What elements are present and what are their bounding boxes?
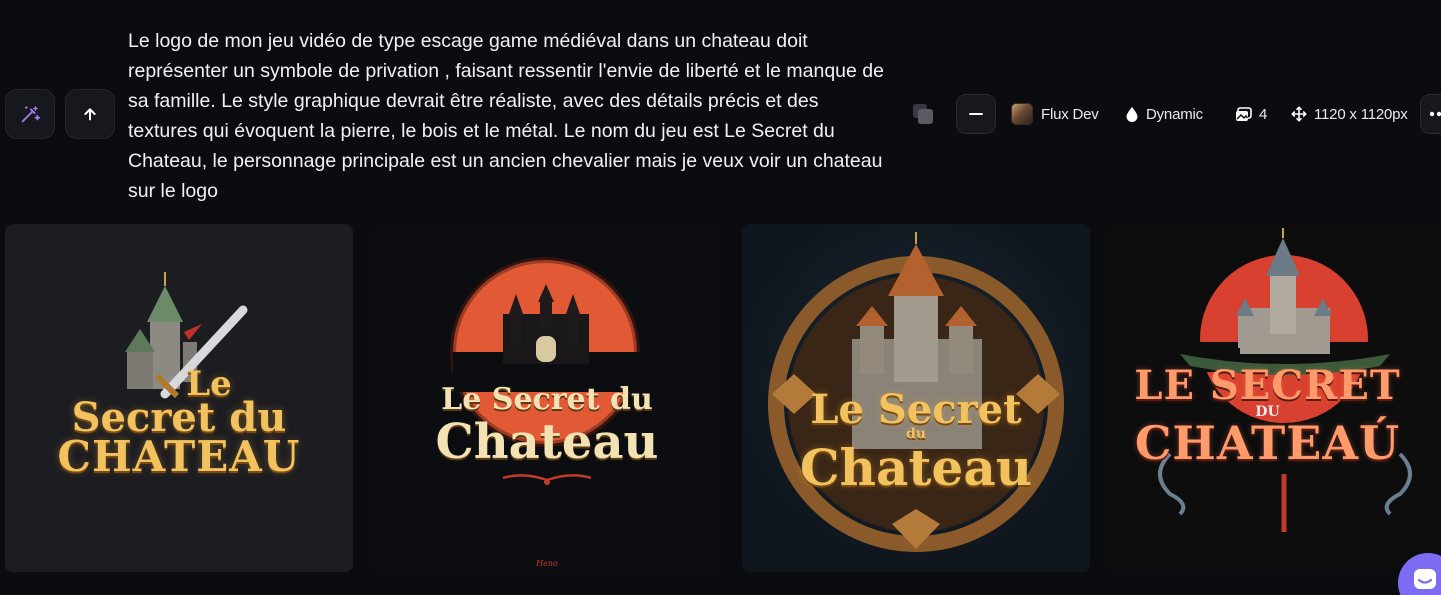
artist-signature: Heno [536, 559, 558, 568]
generated-image-4[interactable]: LE SECRET DU CHATEAÚ [1110, 224, 1441, 572]
more-icon [1429, 111, 1441, 117]
drop-icon [1126, 107, 1138, 122]
model-info: Flux Dev [1011, 94, 1099, 134]
copy-prompt-button[interactable] [903, 94, 943, 134]
copy-icon [913, 104, 933, 124]
chat-icon [1414, 569, 1436, 589]
dimensions-info: 1120 x 1120px [1291, 94, 1408, 134]
logo-title-line3: CHATEAÚ [1134, 416, 1401, 470]
move-icon [1291, 106, 1307, 122]
reuse-prompt-button[interactable] [65, 89, 115, 139]
style-name: Dynamic [1146, 105, 1203, 123]
ornament-flourish [502, 474, 592, 485]
images-icon [1236, 106, 1252, 121]
generated-image-1[interactable]: Le Secret du CHATEAU [5, 224, 353, 572]
logo-title-line3: CHATEAU [57, 432, 301, 481]
image-count-info: 4 [1235, 94, 1267, 134]
generated-image-2[interactable]: Le Secret du Chateau Heno [373, 224, 721, 572]
logo-title-line3: Chateau [799, 438, 1033, 497]
dimensions: 1120 x 1120px [1314, 105, 1408, 123]
style-info: Dynamic [1125, 94, 1203, 134]
magic-prompt-button[interactable] [5, 89, 55, 139]
more-options-button[interactable] [1420, 94, 1441, 134]
arrow-up-icon [84, 108, 96, 121]
image-count: 4 [1259, 105, 1268, 123]
magic-wand-icon [21, 105, 41, 123]
minus-icon [969, 113, 983, 115]
collapse-button[interactable] [956, 94, 996, 134]
model-avatar [1011, 103, 1033, 125]
prompt-text: Le logo de mon jeu vidéo de type escage … [128, 30, 884, 202]
logo-title-line1: LE SECRET [1134, 362, 1401, 409]
model-name: Flux Dev [1041, 105, 1099, 123]
generated-image-3[interactable]: Le Secret du Chateau [742, 224, 1090, 572]
